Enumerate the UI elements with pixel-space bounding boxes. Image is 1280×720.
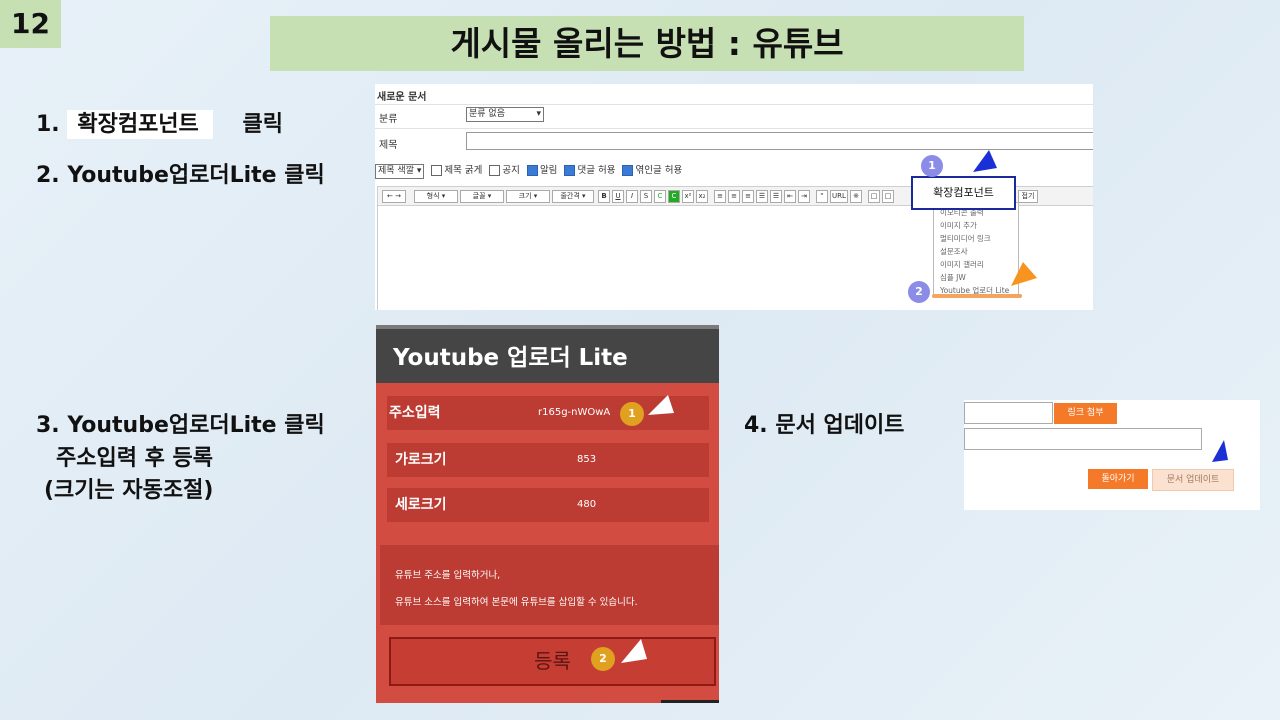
title-color-value: 제목 색깔 bbox=[378, 166, 414, 176]
update-document-button[interactable]: 문서 업데이트 bbox=[1152, 469, 1234, 491]
step-3-line1: 3. Youtube업로더Lite 클릭 bbox=[36, 413, 325, 438]
category-row: 분류 분류 없음 ▾ bbox=[375, 104, 1093, 127]
panel-edge bbox=[661, 700, 719, 703]
pointer-arrow-icon bbox=[973, 150, 997, 172]
width-label: 가로크기 bbox=[395, 452, 447, 468]
notify-label: 알림 bbox=[539, 165, 558, 176]
width-input[interactable]: 853 bbox=[577, 443, 596, 477]
quote-button[interactable]: “ bbox=[816, 190, 828, 203]
category-label: 분류 bbox=[379, 114, 398, 125]
height-row[interactable]: 세로크기 480 bbox=[387, 488, 709, 522]
bold-title-label: 제목 굵게 bbox=[444, 165, 483, 176]
step-1: 1. 확장컴포넌트 클릭 bbox=[36, 106, 283, 139]
step-4: 4. 문서 업데이트 bbox=[744, 413, 905, 438]
outdent-button[interactable]: ⇤ bbox=[784, 190, 796, 203]
dropdown-item-image[interactable]: 이미지 추가 bbox=[940, 220, 977, 231]
dropdown-item-multimedia[interactable]: 멀티미디어 링크 bbox=[940, 233, 991, 244]
subscript-button[interactable]: x₂ bbox=[696, 190, 708, 203]
fold-button[interactable]: 접기 bbox=[1018, 190, 1038, 203]
step-2: 2. Youtube업로더Lite 클릭 bbox=[36, 163, 325, 188]
link-input[interactable] bbox=[964, 402, 1053, 424]
height-input[interactable]: 480 bbox=[577, 488, 596, 522]
back-button[interactable]: 돌아가기 bbox=[1088, 469, 1148, 489]
step-badge-2: 2 bbox=[908, 281, 930, 303]
pointer-arrow-icon bbox=[1011, 262, 1037, 286]
dropdown-item-jw[interactable]: 심플 JW bbox=[940, 272, 966, 283]
notify-checkbox[interactable] bbox=[526, 165, 538, 176]
extension-dropdown: 이모티콘 출력 이미지 추가 멀티미디어 링크 설문조사 이미지 갤러리 심플 … bbox=[933, 202, 1019, 296]
size-select[interactable]: 크기 ▾ bbox=[506, 190, 550, 203]
editor-panel: 새로운 문서 분류 분류 없음 ▾ 제목 제목 색깔 ▾ 제목 굵게 공지 알림… bbox=[375, 84, 1093, 310]
bold-button[interactable]: B bbox=[598, 190, 610, 203]
category-select[interactable]: 분류 없음 ▾ bbox=[466, 107, 544, 122]
indent-button[interactable]: ⇥ bbox=[798, 190, 810, 203]
slide-number: 12 bbox=[0, 0, 61, 48]
special-char-button[interactable]: ※ bbox=[850, 190, 862, 203]
step-1-action: 클릭 bbox=[242, 112, 283, 137]
notice-label: 공지 bbox=[502, 165, 520, 176]
update-panel: 링크 첨부 돌아가기 문서 업데이트 bbox=[964, 400, 1260, 510]
chevron-down-icon: ▾ bbox=[536, 109, 541, 119]
format-select[interactable]: 형식 ▾ bbox=[414, 190, 458, 203]
uploader-title: Youtube 업로더 Lite bbox=[376, 325, 719, 383]
width-row[interactable]: 가로크기 853 bbox=[387, 443, 709, 477]
notice-checkbox[interactable] bbox=[489, 165, 501, 176]
editor-header: 새로운 문서 bbox=[377, 92, 427, 103]
step-3-line3: (크기는 자동조절) bbox=[44, 478, 214, 503]
info-line-1: 유튜브 주소를 입력하거나, bbox=[395, 570, 501, 581]
title-color-select[interactable]: 제목 색깔 ▾ bbox=[375, 164, 425, 179]
category-value: 분류 없음 bbox=[469, 109, 505, 119]
align-center-button[interactable]: ≡ bbox=[728, 190, 740, 203]
info-line-2: 유튜브 소스를 입력하여 본문에 유튜브를 삽입할 수 있습니다. bbox=[395, 597, 638, 608]
comment-checkbox[interactable] bbox=[564, 165, 576, 176]
dropdown-item-survey[interactable]: 설문조사 bbox=[940, 246, 968, 257]
register-button[interactable]: 등록 bbox=[389, 637, 716, 686]
step-1-number: 1. bbox=[36, 112, 60, 137]
pointer-arrow-icon bbox=[621, 639, 647, 663]
address-label: 주소입력 bbox=[389, 405, 441, 421]
image-button[interactable]: □ bbox=[882, 190, 894, 203]
youtube-uploader-panel: Youtube 업로더 Lite 주소입력 r165g-nWOwA 가로크기 8… bbox=[376, 325, 719, 703]
bold-title-checkbox[interactable] bbox=[431, 165, 443, 176]
youtube-item-highlight bbox=[932, 294, 1022, 298]
text-input[interactable] bbox=[964, 428, 1202, 450]
font-color-button[interactable]: C bbox=[654, 190, 666, 203]
uploader-info: 유튜브 주소를 입력하거나, 유튜브 소스를 입력하여 본문에 유튜브를 삽입할… bbox=[380, 545, 719, 625]
dropdown-item-gallery[interactable]: 이미지 갤러리 bbox=[940, 259, 984, 270]
page-title: 게시물 올리는 방법 : 유튜브 bbox=[270, 16, 1024, 71]
pointer-arrow-icon bbox=[1212, 440, 1228, 462]
undo-redo-button[interactable]: ← → bbox=[382, 190, 406, 203]
bg-color-button[interactable]: C bbox=[668, 190, 680, 203]
align-left-button[interactable]: ≡ bbox=[714, 190, 726, 203]
step-3-line2: 주소입력 후 등록 bbox=[56, 446, 213, 471]
extension-component-button[interactable]: 확장컴포넌트 bbox=[911, 176, 1016, 210]
title-label: 제목 bbox=[379, 140, 398, 151]
address-input[interactable]: r165g-nWOwA bbox=[538, 396, 610, 430]
table-button[interactable]: □ bbox=[868, 190, 880, 203]
underline-button[interactable]: U bbox=[612, 190, 624, 203]
ordered-list-button[interactable]: ☰ bbox=[770, 190, 782, 203]
comment-label: 댓글 허용 bbox=[577, 165, 616, 176]
trackback-label: 엮인글 허용 bbox=[635, 165, 683, 176]
option-row: 제목 색깔 ▾ 제목 굵게 공지 알림 댓글 허용 엮인글 허용 bbox=[375, 162, 682, 179]
attach-link-button[interactable]: 링크 첨부 bbox=[1054, 403, 1117, 424]
height-label: 세로크기 bbox=[395, 497, 447, 513]
font-select[interactable]: 글꼴 ▾ bbox=[460, 190, 504, 203]
strike-button[interactable]: S bbox=[640, 190, 652, 203]
italic-button[interactable]: I bbox=[626, 190, 638, 203]
superscript-button[interactable]: x² bbox=[682, 190, 694, 203]
list-button[interactable]: ☰ bbox=[756, 190, 768, 203]
url-button[interactable]: URL bbox=[830, 190, 848, 203]
pointer-arrow-icon bbox=[648, 395, 674, 415]
line-height-select[interactable]: 줄간격 ▾ bbox=[552, 190, 594, 203]
step-badge-1: 1 bbox=[620, 402, 644, 426]
step-badge-2: 2 bbox=[591, 647, 615, 671]
align-right-button[interactable]: ≡ bbox=[742, 190, 754, 203]
trackback-checkbox[interactable] bbox=[622, 165, 634, 176]
step-badge-1: 1 bbox=[921, 155, 943, 177]
step-1-chip: 확장컴포넌트 bbox=[67, 110, 213, 139]
